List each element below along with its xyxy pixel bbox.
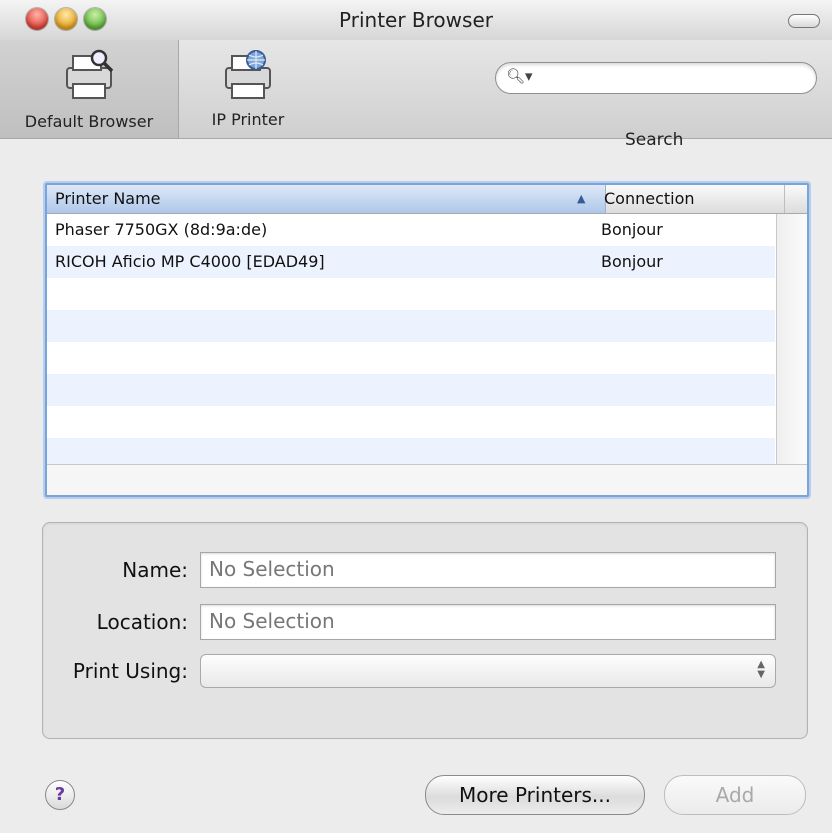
table-row[interactable]: RICOH Aficio MP C4000 [EDAD49] Bonjour [47,246,775,278]
default-browser-label: Default Browser [24,112,154,131]
printer-list-table[interactable]: Printer Name ▲ Connection Phaser 7750GX … [45,183,809,497]
vertical-scrollbar[interactable] [776,214,807,464]
printer-name-cell: RICOH Aficio MP C4000 [EDAD49] [55,252,325,271]
name-field[interactable]: No Selection [200,552,776,588]
table-row[interactable]: Phaser 7750GX (8d:9a:de) Bonjour [47,214,775,246]
column-header-connection-label: Connection [604,189,695,208]
connection-cell: Bonjour [601,220,663,239]
add-button[interactable]: Add [664,775,806,815]
sort-ascending-icon: ▲ [577,192,586,205]
connection-cell: Bonjour [601,252,663,271]
print-using-label: Print Using: [72,659,188,683]
table-row-empty [47,310,775,342]
table-row-empty [47,278,775,310]
more-printers-button[interactable]: More Printers... [425,775,645,815]
column-header-connection[interactable]: Connection [598,185,785,213]
help-button[interactable]: ? [45,780,75,810]
column-header-printer-name-label: Printer Name [55,189,161,208]
up-down-arrows-icon: ▲ ▼ [757,659,765,680]
search-icon: 🔍︎▾ [506,67,533,85]
printer-name-cell: Phaser 7750GX (8d:9a:de) [55,220,268,239]
title-bar: Printer Browser [0,0,832,41]
location-field[interactable]: No Selection [200,604,776,640]
ip-printer-button[interactable]: IP Printer [188,40,308,138]
printer-magnifier-icon [66,49,114,99]
table-row-empty [47,374,775,406]
ip-printer-label: IP Printer [211,110,285,129]
toolbar-toggle-button[interactable] [788,14,820,28]
name-field-value: No Selection [209,557,335,581]
table-header: Printer Name ▲ Connection [47,185,807,214]
table-row-empty [47,406,775,438]
column-header-printer-name[interactable]: Printer Name ▲ [47,185,606,213]
table-row-empty [47,342,775,374]
location-label: Location: [96,610,188,634]
toolbar: Default Browser IP Printer 🔍︎▾ Search [0,40,832,150]
window-title: Printer Browser [339,8,493,32]
name-label: Name: [122,558,188,582]
location-field-value: No Selection [209,609,335,633]
print-using-select[interactable]: ▲ ▼ [200,654,776,688]
default-browser-button[interactable]: Default Browser [0,40,179,138]
printer-browser-window: Printer Browser Default Browser IP Print… [0,0,832,833]
printer-details-group: Name: No Selection Location: No Selectio… [42,522,808,739]
search-input[interactable]: 🔍︎▾ [495,62,817,94]
horizontal-scrollbar[interactable] [47,464,807,495]
printer-globe-icon [225,50,271,99]
table-body: Phaser 7750GX (8d:9a:de) Bonjour RICOH A… [47,214,775,470]
search-label: Search [625,130,684,150]
